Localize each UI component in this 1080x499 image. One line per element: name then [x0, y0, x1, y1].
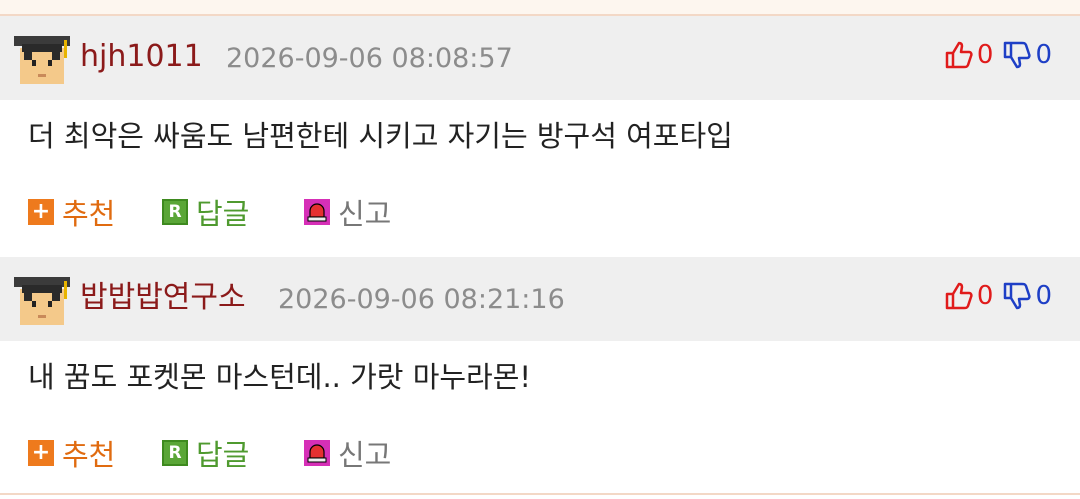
downvote-count: 0	[1035, 40, 1052, 70]
thumbs-up-icon	[945, 282, 973, 310]
reply-r-icon: R	[162, 199, 188, 225]
graduate-avatar-icon	[14, 36, 70, 84]
downvote-button[interactable]: 0	[1001, 39, 1052, 71]
vote-group: 0 0	[943, 279, 1052, 313]
upvote-count: 0	[976, 40, 994, 70]
report-button[interactable]: 신고	[304, 190, 391, 234]
downvote-count: 0	[1035, 281, 1052, 311]
report-label: 신고	[338, 197, 392, 231]
reply-button[interactable]: R 답글	[162, 431, 249, 475]
report-button[interactable]: 신고	[304, 431, 391, 475]
comment-item: hjh1011 2026-09-06 08:08:57 0 0 더 최악은 싸움…	[0, 16, 1080, 250]
bottom-divider	[0, 493, 1080, 495]
vote-group: 0 0	[943, 38, 1052, 72]
downvote-button[interactable]: 0	[1001, 280, 1052, 312]
reply-label: 답글	[196, 197, 250, 231]
plus-icon: +	[28, 199, 54, 225]
comment-nickname[interactable]: 밥밥밥연구소	[80, 278, 246, 318]
comment-text: 내 꿈도 포켓몬 마스턴데.. 가랏 마누라몬!	[28, 360, 532, 394]
siren-icon	[304, 440, 330, 466]
recommend-button[interactable]: + 추천	[28, 190, 115, 234]
reply-label: 답글	[196, 438, 250, 472]
comment-actions: + 추천 R 답글 신고	[0, 190, 1080, 250]
top-strip	[0, 0, 1080, 16]
recommend-button[interactable]: + 추천	[28, 431, 115, 475]
plus-icon: +	[28, 440, 54, 466]
report-label: 신고	[338, 438, 392, 472]
comment-nickname[interactable]: hjh1011	[80, 37, 203, 77]
comment-actions: + 추천 R 답글 신고	[0, 431, 1080, 491]
comment-text: 더 최악은 싸움도 남편한테 시키고 자기는 방구석 여포타입	[28, 119, 733, 153]
comment-datetime: 2026-09-06 08:08:57	[226, 43, 513, 74]
recommend-label: 추천	[62, 438, 116, 472]
upvote-button[interactable]: 0	[943, 39, 1002, 71]
comment-datetime: 2026-09-06 08:21:16	[278, 284, 565, 315]
reply-button[interactable]: R 답글	[162, 190, 249, 234]
graduate-avatar-icon	[14, 277, 70, 325]
thumbs-up-icon	[945, 41, 973, 69]
thumbs-down-icon	[1004, 282, 1032, 310]
reply-r-icon: R	[162, 440, 188, 466]
comment-header: 밥밥밥연구소 2026-09-06 08:21:16 0 0	[0, 257, 1080, 341]
comment-item: 밥밥밥연구소 2026-09-06 08:21:16 0 0 내 꿈도 포켓몬 …	[0, 257, 1080, 491]
recommend-label: 추천	[62, 197, 116, 231]
thumbs-down-icon	[1004, 41, 1032, 69]
upvote-button[interactable]: 0	[943, 280, 1002, 312]
siren-icon	[304, 199, 330, 225]
comment-header: hjh1011 2026-09-06 08:08:57 0 0	[0, 16, 1080, 100]
upvote-count: 0	[976, 281, 994, 311]
